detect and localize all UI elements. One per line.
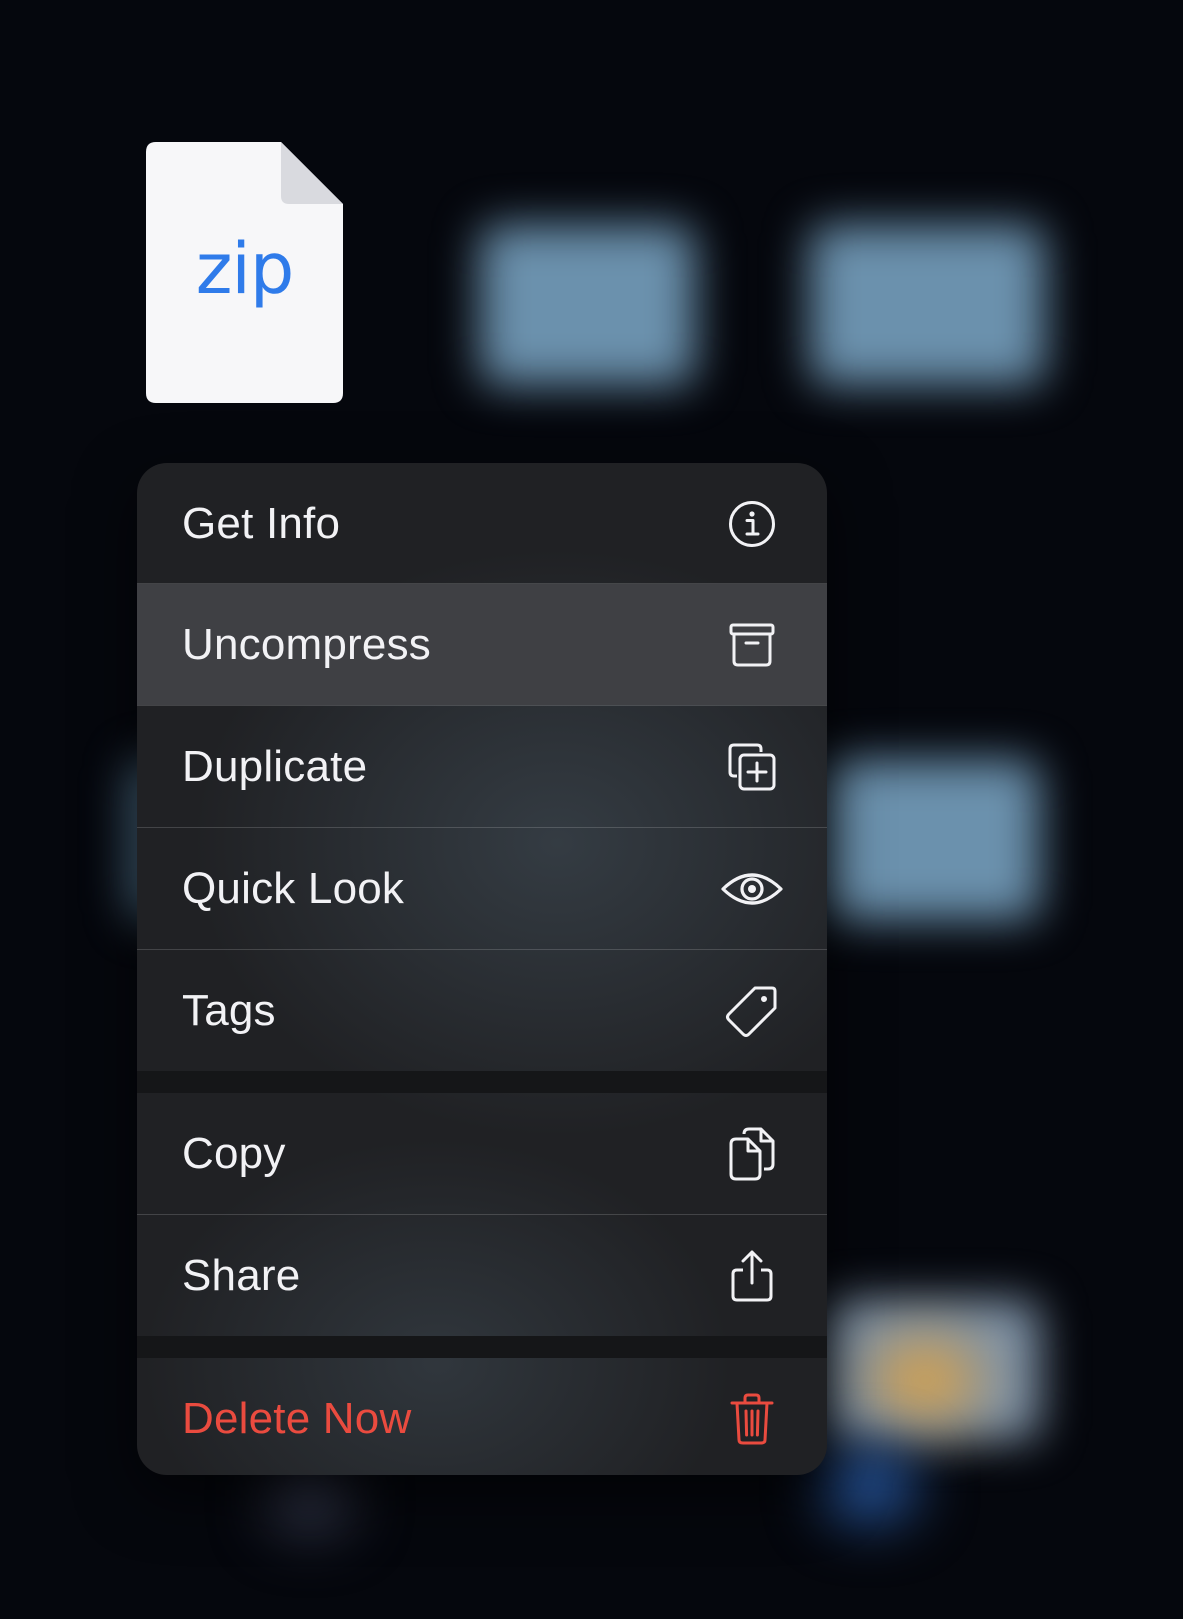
menu-item-label: Quick Look [182,863,405,913]
copy-documents-icon [719,1121,785,1187]
menu-item-label: Share [182,1250,301,1300]
menu-item-label: Copy [182,1128,286,1178]
menu-item-label: Uncompress [182,619,431,669]
info-circle-icon [719,491,785,557]
menu-item-label: Tags [182,985,276,1035]
menu-item-label: Duplicate [182,741,368,791]
share-icon [719,1243,785,1309]
archive-box-icon [719,612,785,678]
menu-item-get-info[interactable]: Get Info [137,463,827,584]
trash-icon [719,1386,785,1452]
blurred-folder-2 [810,225,1045,385]
menu-item-uncompress[interactable]: Uncompress [137,584,827,705]
blurred-grey-item [270,1470,350,1530]
blurred-folder-3 [825,760,1040,920]
file-extension-label: zip [195,228,295,310]
menu-item-duplicate[interactable]: Duplicate [137,706,827,827]
menu-item-delete-now[interactable]: Delete Now [137,1358,827,1475]
blurred-folder-1 [480,225,695,385]
eye-icon [719,856,785,922]
tag-icon [719,978,785,1044]
menu-item-tags[interactable]: Tags [137,950,827,1071]
blurred-yellow-item [870,1340,980,1420]
blurred-blue-item [825,1450,915,1520]
menu-item-label: Get Info [182,498,341,548]
menu-item-copy[interactable]: Copy [137,1093,827,1214]
menu-item-quick-look[interactable]: Quick Look [137,828,827,949]
duplicate-plus-icon [719,734,785,800]
menu-item-share[interactable]: Share [137,1215,827,1336]
zip-file-icon: zip [146,142,343,403]
menu-item-label: Delete Now [182,1393,412,1443]
context-menu: Get Info Uncompress Duplicate Quick Look… [137,463,827,1475]
